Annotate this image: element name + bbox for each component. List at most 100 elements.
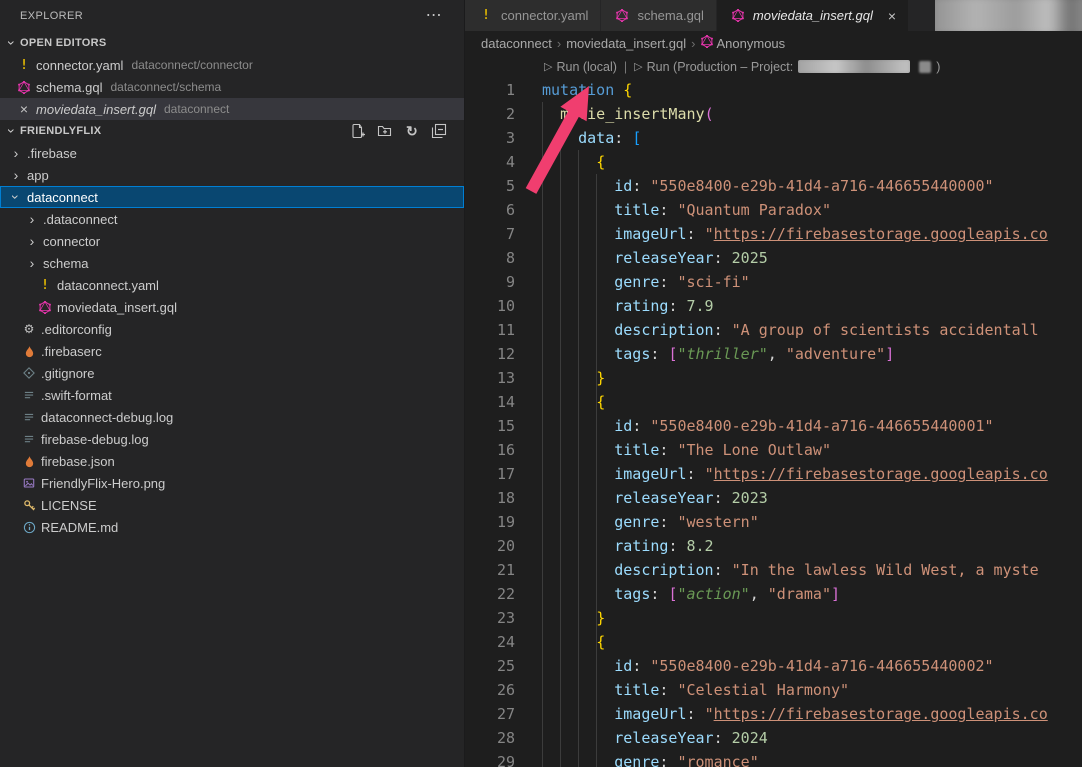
code-line[interactable]: 8 releaseYear: 2025 (465, 246, 1082, 270)
code-line[interactable]: 27 imageUrl: "https://firebasestorage.go… (465, 702, 1082, 726)
code-token: { (623, 81, 632, 99)
code-token: releaseYear (614, 249, 713, 267)
breadcrumb-separator-icon: › (557, 36, 561, 51)
file-name: firebase.json (41, 454, 115, 469)
code-line[interactable]: 11 description: "A group of scientists a… (465, 318, 1082, 342)
code-token: https://firebasestorage.googleapis.co (714, 225, 1048, 243)
code-line[interactable]: 3 data: [ (465, 126, 1082, 150)
code-line[interactable]: 17 imageUrl: "https://firebasestorage.go… (465, 462, 1082, 486)
line-number: 11 (465, 318, 515, 342)
refresh-button[interactable]: ↻ (403, 122, 421, 140)
code-line[interactable]: 4 { (465, 150, 1082, 174)
open-editors-list: !connector.yamldataconnect/connectorsche… (0, 54, 464, 120)
code-line[interactable]: 16 title: "The Lone Outlaw" (465, 438, 1082, 462)
code-line[interactable]: 6 title: "Quantum Paradox" (465, 198, 1082, 222)
tree-item-connector[interactable]: ›connector (0, 230, 464, 252)
code-line[interactable]: 28 releaseYear: 2024 (465, 726, 1082, 750)
new-folder-button[interactable] (376, 122, 394, 140)
tree-item-firebase[interactable]: ›.firebase (0, 142, 464, 164)
code-token: imageUrl (614, 465, 686, 483)
chevron-right-icon[interactable]: › (24, 256, 40, 270)
open-editor-item[interactable]: schema.gqldataconnect/schema (0, 76, 464, 98)
chevron-down-icon[interactable]: › (9, 189, 23, 205)
open-editors-header[interactable]: › OPEN EDITORS (0, 32, 464, 54)
run-production-link[interactable]: ▷ Run (Production – Project: (634, 60, 793, 74)
file-name: firebase-debug.log (41, 432, 149, 447)
collapse-all-button[interactable] (430, 122, 448, 140)
breadcrumb-item[interactable]: moviedata_insert.gql (566, 36, 686, 51)
code-line[interactable]: 24 { (465, 630, 1082, 654)
tree-item-readme-md[interactable]: README.md (0, 516, 464, 538)
tree-item-app[interactable]: ›app (0, 164, 464, 186)
run-local-link[interactable]: ▷ Run (local) (544, 60, 617, 74)
editor-tab[interactable]: schema.gql (601, 0, 716, 31)
tree-item-gitignore[interactable]: .gitignore (0, 362, 464, 384)
tree-item-firebaserc[interactable]: .firebaserc (0, 340, 464, 362)
code-line[interactable]: 5 id: "550e8400-e29b-41d4-a716-446655440… (465, 174, 1082, 198)
run-local-label: Run (local) (556, 60, 616, 74)
code-line[interactable]: 13 } (465, 366, 1082, 390)
code-token: : (687, 225, 705, 243)
code-token: : (632, 657, 650, 675)
editor-tab[interactable]: !connector.yaml (465, 0, 601, 31)
code-line[interactable]: 29 genre: "romance" (465, 750, 1082, 767)
code-token: description (614, 561, 713, 579)
code-editor[interactable]: ▷ Run (local) | ▷ Run (Production – Proj… (465, 55, 1082, 767)
explorer-header: EXPLORER ⋯ (0, 0, 464, 32)
new-file-button[interactable] (349, 122, 367, 140)
key-icon (20, 499, 38, 512)
code-line[interactable]: 2 movie_insertMany( (465, 102, 1082, 126)
tree-item-dataconnect[interactable]: ›.dataconnect (0, 208, 464, 230)
code-line[interactable]: 9 genre: "sci-fi" (465, 270, 1082, 294)
code-line[interactable]: 23 } (465, 606, 1082, 630)
code-line[interactable]: 20 rating: 8.2 (465, 534, 1082, 558)
tree-item-editorconfig[interactable]: ⚙.editorconfig (0, 318, 464, 340)
code-line[interactable]: 25 id: "550e8400-e29b-41d4-a716-44665544… (465, 654, 1082, 678)
code-line[interactable]: 22 tags: ["action", "drama"] (465, 582, 1082, 606)
more-actions-icon[interactable]: ⋯ (426, 8, 442, 24)
chevron-right-icon[interactable]: › (8, 146, 24, 160)
tree-item-firebase-debug-log[interactable]: firebase-debug.log (0, 428, 464, 450)
tree-item-dataconnect-debug-log[interactable]: dataconnect-debug.log (0, 406, 464, 428)
open-editor-item[interactable]: ×moviedata_insert.gqldataconnect (0, 98, 464, 120)
code-line[interactable]: 10 rating: 7.9 (465, 294, 1082, 318)
file-name: app (27, 168, 49, 183)
chevron-right-icon[interactable]: › (24, 234, 40, 248)
code-token: "Quantum Paradox" (677, 201, 831, 219)
code-line[interactable]: 1mutation { (465, 78, 1082, 102)
tab-bar: !connector.yaml schema.gql moviedata_inser… (465, 0, 1082, 31)
chevron-right-icon[interactable]: › (8, 168, 24, 182)
code-line[interactable]: 14 { (465, 390, 1082, 414)
code-line[interactable]: 12 tags: ["thriller", "adventure"] (465, 342, 1082, 366)
flame-icon (20, 345, 38, 358)
line-number: 2 (465, 102, 515, 126)
tree-item-dataconnect[interactable]: ›dataconnect (0, 186, 464, 208)
editor-tab[interactable]: moviedata_insert.gql× (717, 0, 909, 31)
code-line[interactable]: 19 genre: "western" (465, 510, 1082, 534)
breadcrumb-item[interactable]: dataconnect (481, 36, 552, 51)
tab-label: schema.gql (637, 8, 703, 23)
code-token (542, 153, 596, 171)
flame-icon (20, 455, 38, 468)
tree-item-friendlyflix-hero-png[interactable]: FriendlyFlix-Hero.png (0, 472, 464, 494)
tree-item-moviedata-insert-gql[interactable]: moviedata_insert.gql (0, 296, 464, 318)
open-editor-item[interactable]: !connector.yamldataconnect/connector (0, 54, 464, 76)
tree-item-license[interactable]: LICENSE (0, 494, 464, 516)
code-line[interactable]: 21 description: "In the lawless Wild Wes… (465, 558, 1082, 582)
close-icon[interactable]: × (15, 101, 33, 117)
code-token (542, 633, 596, 651)
code-line[interactable]: 26 title: "Celestial Harmony" (465, 678, 1082, 702)
breadcrumb-item[interactable]: Anonymous (701, 35, 786, 51)
code-line[interactable]: 7 imageUrl: "https://firebasestorage.goo… (465, 222, 1082, 246)
close-icon[interactable]: × (888, 8, 896, 24)
code-token: } (596, 609, 605, 627)
code-line[interactable]: 18 releaseYear: 2023 (465, 486, 1082, 510)
code-line[interactable]: 15 id: "550e8400-e29b-41d4-a716-44665544… (465, 414, 1082, 438)
tree-item-dataconnect-yaml[interactable]: !dataconnect.yaml (0, 274, 464, 296)
tree-item-firebase-json[interactable]: firebase.json (0, 450, 464, 472)
code-token: : (650, 345, 668, 363)
tree-item-swift-format[interactable]: .swift-format (0, 384, 464, 406)
chevron-right-icon[interactable]: › (24, 212, 40, 226)
tree-item-schema[interactable]: ›schema (0, 252, 464, 274)
workspace-header[interactable]: › FRIENDLYFLIX ↻ (0, 120, 464, 142)
